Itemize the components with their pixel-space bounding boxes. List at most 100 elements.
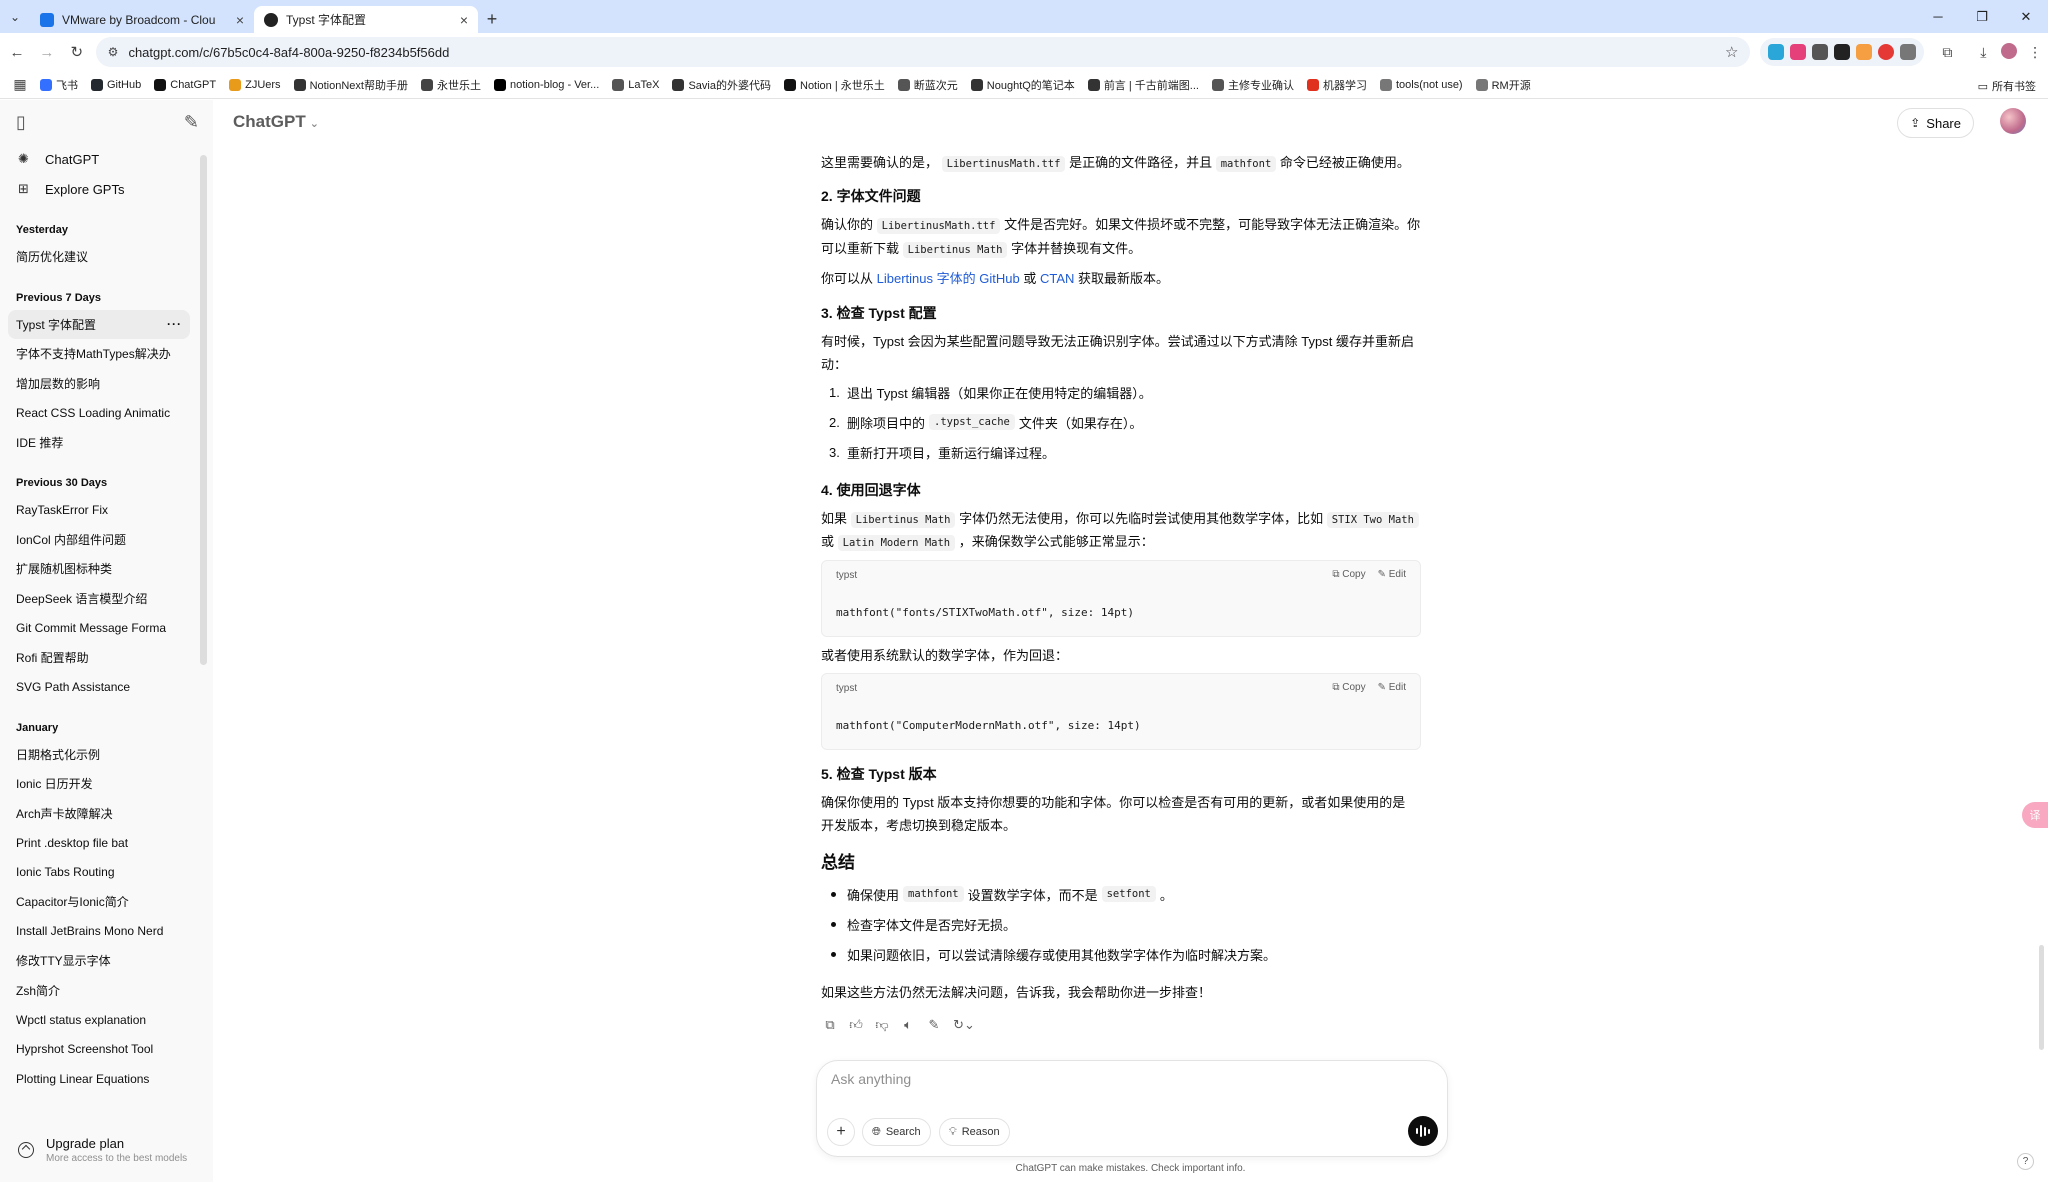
- edit-code-button[interactable]: ✎ Edit: [1378, 569, 1406, 580]
- avatar[interactable]: [2000, 108, 2026, 134]
- extension-icon[interactable]: [1856, 44, 1873, 60]
- extension-icon[interactable]: [1790, 44, 1807, 60]
- translate-icon[interactable]: 译: [2022, 802, 2048, 828]
- history-item[interactable]: 扩展随机图标种类: [8, 554, 190, 584]
- tab-vmware[interactable]: VMware by Broadcom - Clou ×: [30, 6, 254, 33]
- search-button[interactable]: 🌐︎ Search: [862, 1118, 931, 1146]
- copy-icon[interactable]: ⧉: [821, 1017, 839, 1033]
- history-item[interactable]: Print .desktop file bat: [8, 828, 190, 858]
- history-item[interactable]: Ionic Tabs Routing: [8, 858, 190, 888]
- extension-icon[interactable]: [1812, 44, 1829, 60]
- history-item[interactable]: Ionic 日历开发: [8, 769, 190, 799]
- download-icon[interactable]: ⤓: [1970, 44, 1996, 61]
- bookmark-item[interactable]: NoughtQ的笔记本: [970, 77, 1075, 93]
- history-item[interactable]: React CSS Loading Animatic: [8, 398, 190, 428]
- extension-icon[interactable]: [1768, 44, 1785, 60]
- bookmark-item[interactable]: GitHub: [91, 78, 141, 91]
- bookmark-item[interactable]: 永世乐土: [420, 77, 481, 93]
- restore-icon[interactable]: ❐: [1960, 9, 2004, 25]
- sidebar-item-explore-gpts[interactable]: ⊞ Explore GPTs: [8, 174, 205, 204]
- history-item[interactable]: RayTaskError Fix: [8, 495, 190, 525]
- history-item[interactable]: Arch声卡故障解决: [8, 799, 190, 829]
- history-item[interactable]: Hyprshot Screenshot Tool: [8, 1035, 190, 1065]
- bookmark-item[interactable]: NotionNext帮助手册: [293, 77, 408, 93]
- bookmark-item[interactable]: ZJUers: [229, 78, 281, 91]
- new-chat-icon[interactable]: ✎: [184, 112, 199, 133]
- history-item[interactable]: Git Commit Message Forma: [8, 613, 190, 643]
- bookmark-item[interactable]: Notion | 永世乐土: [784, 77, 885, 93]
- bookmark-item[interactable]: ChatGPT: [154, 78, 216, 91]
- url-input[interactable]: ⚙ chatgpt.com/c/67b5c0c4-8af4-800a-9250-…: [95, 37, 1751, 67]
- copy-code-button[interactable]: ⧉ Copy: [1332, 682, 1365, 693]
- model-selector[interactable]: ChatGPT ⌄: [233, 112, 319, 132]
- extension-icon[interactable]: [1878, 44, 1895, 60]
- all-bookmarks[interactable]: ▭ 所有书签: [1978, 78, 2036, 94]
- screen-share-icon[interactable]: ⧉: [1934, 44, 1960, 61]
- history-item[interactable]: Install JetBrains Mono Nerd: [8, 917, 190, 947]
- history-item[interactable]: Typst 字体配置 ···: [8, 309, 190, 339]
- history-item[interactable]: 修改TTY显示字体: [8, 946, 190, 976]
- history-item[interactable]: DeepSeek 语言模型介绍: [8, 584, 190, 614]
- thumbs-down-icon[interactable]: 👎︎: [873, 1017, 891, 1033]
- bookmark-item[interactable]: tools(not use): [1379, 78, 1463, 91]
- history-item[interactable]: 简历优化建议: [8, 242, 190, 272]
- history-item[interactable]: IDE 推荐: [8, 428, 190, 458]
- github-link[interactable]: Libertinus 字体的 GitHub: [877, 271, 1020, 286]
- reload-icon[interactable]: ↻: [64, 43, 90, 61]
- reason-button[interactable]: 💡︎ Reason: [939, 1118, 1010, 1146]
- history-item[interactable]: 字体不支持MathTypes解决办: [8, 339, 190, 369]
- history-item[interactable]: Plotting Linear Equations: [8, 1064, 190, 1094]
- ctan-link[interactable]: CTAN: [1040, 271, 1074, 286]
- minimize-icon[interactable]: ─: [1916, 9, 1960, 24]
- forward-icon[interactable]: →: [34, 44, 60, 61]
- bookmark-item[interactable]: 飞书: [40, 77, 78, 93]
- history-item[interactable]: 日期格式化示例: [8, 740, 190, 770]
- close-window-icon[interactable]: ✕: [2004, 9, 2048, 25]
- bookmark-item[interactable]: 前言 | 千古前端图...: [1087, 77, 1199, 93]
- sidebar-scrollbar[interactable]: [200, 155, 207, 665]
- apps-grid-icon[interactable]: ▦: [10, 76, 30, 93]
- history-item[interactable]: Wpctl status explanation: [8, 1005, 190, 1035]
- history-item[interactable]: SVG Path Assistance: [8, 672, 190, 702]
- history-item[interactable]: Capacitor与Ionic简介: [8, 887, 190, 917]
- bookmark-star-icon[interactable]: ☆: [1725, 43, 1738, 61]
- history-item[interactable]: 增加层数的影响: [8, 369, 190, 399]
- upgrade-plan-button[interactable]: Upgrade plan More access to the best mod…: [0, 1118, 213, 1182]
- site-info-icon[interactable]: ⚙: [108, 45, 119, 59]
- edit-canvas-icon[interactable]: ✎: [925, 1017, 943, 1033]
- voice-mode-button[interactable]: [1408, 1116, 1438, 1146]
- tab-typst[interactable]: Typst 字体配置 ×: [254, 6, 478, 33]
- profile-avatar-icon[interactable]: [1996, 42, 2022, 62]
- bookmark-item[interactable]: 断蓝次元: [897, 77, 958, 93]
- back-icon[interactable]: ←: [4, 44, 30, 61]
- toggle-sidebar-icon[interactable]: ▯: [16, 112, 26, 133]
- share-button[interactable]: ⇪ Share: [1897, 108, 1974, 138]
- close-tab-icon[interactable]: ×: [236, 12, 244, 28]
- new-tab-icon[interactable]: +: [478, 6, 506, 33]
- bookmark-item[interactable]: Savia的外婆代码: [672, 77, 771, 93]
- attach-button[interactable]: +: [827, 1118, 855, 1146]
- thumbs-up-icon[interactable]: 👍︎: [847, 1017, 865, 1033]
- sidebar-item-chatgpt[interactable]: ✺ ChatGPT: [8, 144, 205, 174]
- read-aloud-icon[interactable]: 🔈︎: [899, 1017, 917, 1033]
- tab-search-icon[interactable]: ⌄: [0, 0, 30, 33]
- more-options-icon[interactable]: ···: [167, 317, 182, 331]
- bookmark-item[interactable]: 机器学习: [1306, 77, 1367, 93]
- bookmark-item[interactable]: 主修专业确认: [1211, 77, 1294, 93]
- history-item[interactable]: Zsh简介: [8, 976, 190, 1006]
- bookmark-item[interactable]: notion-blog - Ver...: [493, 78, 599, 91]
- extension-icon[interactable]: [1834, 44, 1851, 60]
- bookmark-item[interactable]: LaTeX: [612, 78, 659, 91]
- edit-code-button[interactable]: ✎ Edit: [1378, 682, 1406, 693]
- close-tab-icon[interactable]: ×: [460, 12, 468, 28]
- history-item[interactable]: IonCol 内部组件问题: [8, 525, 190, 555]
- main-scrollbar[interactable]: [2039, 945, 2044, 1050]
- puzzle-icon[interactable]: [1900, 44, 1917, 60]
- copy-code-button[interactable]: ⧉ Copy: [1332, 569, 1365, 580]
- prompt-input[interactable]: Ask anything: [831, 1071, 911, 1087]
- regenerate-icon[interactable]: ↻⌄: [951, 1017, 977, 1033]
- history-item[interactable]: Rofi 配置帮助: [8, 643, 190, 673]
- help-button[interactable]: ?: [2017, 1153, 2034, 1170]
- more-menu-icon[interactable]: ⋮: [2022, 44, 2048, 61]
- bookmark-item[interactable]: RM开源: [1475, 77, 1531, 93]
